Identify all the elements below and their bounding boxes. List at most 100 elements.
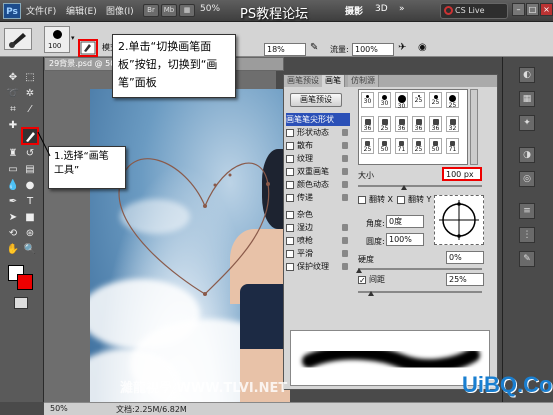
menu-image[interactable]: 图像(I)	[106, 4, 134, 17]
close-button[interactable]: ×	[540, 3, 553, 16]
workspace-photography[interactable]: 摄影	[345, 4, 363, 17]
flip-x-option[interactable]: 翻转 X	[358, 193, 393, 206]
spacing-input[interactable]: 25%	[446, 273, 484, 286]
brush-tip-cell[interactable]: 36	[395, 116, 408, 132]
background-color-swatch[interactable]	[17, 274, 33, 290]
airbrush-icon[interactable]: ✈	[398, 42, 406, 53]
cs-live-button[interactable]: CS Live	[440, 3, 508, 19]
zoom-level[interactable]: 50%	[200, 4, 220, 14]
3d-rotate-tool-icon[interactable]: ⟲	[6, 227, 20, 241]
brush-option-checkbox[interactable]	[286, 141, 294, 150]
brush-option-row[interactable]: 杂色	[286, 208, 350, 221]
lock-icon[interactable]	[342, 194, 348, 201]
3d-orbit-tool-icon[interactable]: ⊛	[23, 227, 37, 241]
brush-option-row[interactable]: 形状动态	[286, 126, 350, 139]
size-slider-track[interactable]	[358, 185, 482, 187]
chevron-down-icon[interactable]: ▾	[71, 34, 75, 42]
brush-tip-cell[interactable]: 25	[361, 138, 374, 154]
lock-icon[interactable]	[342, 237, 348, 244]
brush-tip-cell[interactable]: 36	[429, 116, 442, 132]
brush-tip-cell[interactable]: 30	[395, 92, 408, 110]
spacing-option[interactable]: ✓ 间距	[358, 273, 385, 286]
brush-tip-cell[interactable]: 36	[412, 116, 425, 132]
brush-presets-button[interactable]: 画笔预设	[290, 93, 342, 107]
brush-option-row[interactable]: 平滑	[286, 247, 350, 260]
brush-tip-cell[interactable]: 71	[395, 138, 408, 154]
zoom-tool-icon[interactable]: 🔍	[23, 243, 37, 257]
masks-panel-icon[interactable]: ◎	[519, 171, 535, 187]
brush-option-row[interactable]: 双重画笔	[286, 165, 350, 178]
workspace-3d[interactable]: 3D	[375, 4, 388, 14]
spacing-slider-knob[interactable]	[368, 291, 374, 296]
flip-y-checkbox[interactable]	[397, 195, 405, 204]
flip-x-checkbox[interactable]	[358, 195, 366, 204]
workspace-more-icon[interactable]: »	[399, 4, 405, 14]
brush-tip-cell[interactable]: 71	[446, 138, 459, 154]
tab-brush-presets[interactable]: 画笔预设	[284, 75, 323, 87]
pen-tool-icon[interactable]: ✒	[6, 195, 20, 209]
lock-icon[interactable]	[342, 181, 348, 188]
size-input[interactable]: 100 px	[442, 167, 482, 181]
quick-mask-icon[interactable]	[14, 297, 28, 309]
dodge-tool-icon[interactable]: ●	[23, 179, 37, 193]
menu-edit[interactable]: 编辑(E)	[66, 4, 97, 17]
restore-button[interactable]: □	[526, 3, 539, 16]
brush-option-row[interactable]: 颜色动态	[286, 178, 350, 191]
lasso-tool-icon[interactable]: ➰	[6, 87, 20, 101]
brush-option-row[interactable]: 保护纹理	[286, 260, 350, 273]
adjustments-panel-icon[interactable]: ◑	[519, 147, 535, 163]
lock-icon[interactable]	[342, 263, 348, 270]
gradient-tool-icon[interactable]: ▤	[23, 163, 37, 177]
spacing-slider-track[interactable]	[358, 291, 482, 293]
brush-preset-picker[interactable]: 100	[44, 26, 70, 53]
bridge-icon[interactable]: Br	[143, 4, 159, 17]
eraser-tool-icon[interactable]: ▭	[6, 163, 20, 177]
brush-option-checkbox[interactable]	[286, 262, 294, 271]
brush-tip-cell[interactable]: 25	[446, 92, 459, 109]
spacing-checkbox[interactable]: ✓	[358, 275, 366, 284]
brush-option-checkbox[interactable]	[286, 180, 294, 189]
flip-y-option[interactable]: 翻转 Y	[397, 193, 431, 206]
brush-option-checkbox[interactable]	[286, 167, 294, 176]
crop-tool-icon[interactable]: ⌗	[6, 103, 20, 117]
flow-input[interactable]: 100%	[352, 43, 394, 56]
brush-tip-cell[interactable]: 50	[378, 138, 391, 154]
brush-tip-cell[interactable]: 25	[378, 116, 391, 132]
marquee-tool-icon[interactable]: ⬚	[23, 71, 37, 85]
lock-icon[interactable]	[342, 250, 348, 257]
move-tool-icon[interactable]: ✥	[6, 71, 20, 85]
styles-panel-icon[interactable]: ✦	[519, 115, 535, 131]
brush-option-row[interactable]: 画笔笔尖形状	[286, 113, 350, 126]
brush-tip-cell[interactable]: 30	[361, 92, 374, 108]
clone-stamp-tool-icon[interactable]: ♜	[6, 147, 20, 161]
size-slider-knob[interactable]	[401, 185, 407, 190]
lock-icon[interactable]	[342, 224, 348, 231]
brush-tip-cell[interactable]: 32	[446, 116, 459, 132]
lock-icon[interactable]	[342, 168, 348, 175]
blur-tool-icon[interactable]: 💧	[6, 179, 20, 193]
brush-option-checkbox[interactable]	[286, 154, 294, 163]
path-selection-tool-icon[interactable]: ➤	[6, 211, 20, 225]
brush-option-row[interactable]: 喷枪	[286, 234, 350, 247]
lock-icon[interactable]	[342, 142, 348, 149]
hardness-input[interactable]: 0%	[446, 251, 484, 264]
tab-clone-source[interactable]: 仿制源	[348, 75, 379, 87]
hardness-slider-track[interactable]	[358, 268, 482, 270]
brush-tip-cell[interactable]: 30	[378, 92, 391, 108]
brush-tip-cell[interactable]: 25	[412, 92, 425, 108]
status-zoom[interactable]: 50%	[50, 404, 68, 413]
magic-wand-tool-icon[interactable]: ✲	[23, 87, 37, 101]
brush-option-checkbox[interactable]	[286, 210, 294, 219]
tip-grid-scrollbar[interactable]	[470, 89, 478, 165]
pressure-opacity-icon[interactable]: ✎	[310, 42, 318, 53]
shape-tool-icon[interactable]: ■	[23, 211, 37, 225]
toggle-brush-panel-button[interactable]	[78, 39, 98, 57]
brush-option-row[interactable]: 传递	[286, 191, 350, 204]
eyedropper-tool-icon[interactable]: ⁄	[23, 103, 37, 117]
brush-option-row[interactable]: 湿边	[286, 221, 350, 234]
swatches-panel-icon[interactable]: ▦	[519, 91, 535, 107]
history-brush-tool-icon[interactable]: ↺	[23, 147, 37, 161]
brush-option-row[interactable]: 纹理	[286, 152, 350, 165]
lock-icon[interactable]	[342, 155, 348, 162]
color-panel-icon[interactable]: ◐	[519, 67, 535, 83]
